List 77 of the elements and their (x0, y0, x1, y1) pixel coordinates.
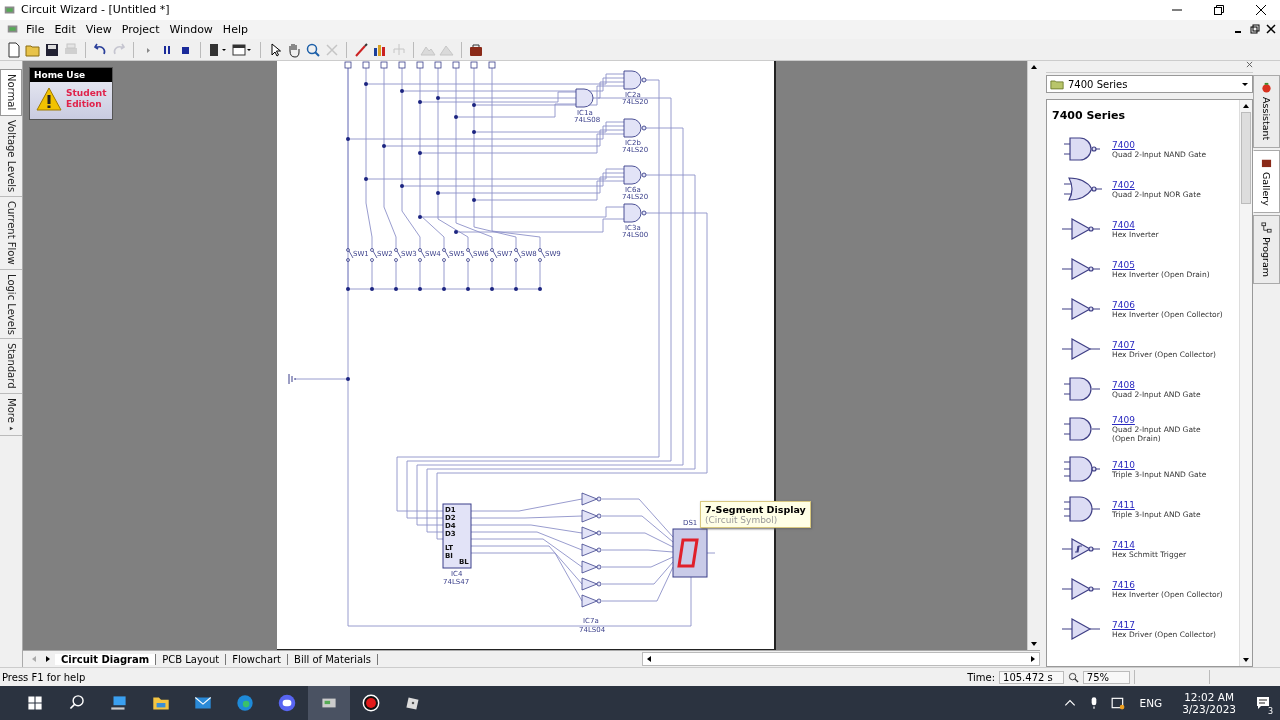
view-tab[interactable]: Normal (0, 69, 22, 116)
search-icon[interactable] (305, 41, 321, 58)
tooltip-title: 7-Segment Display (705, 504, 806, 516)
card-header: Home Use (30, 68, 112, 83)
view-tab[interactable]: More (0, 393, 22, 436)
flowchart-icon (1261, 221, 1272, 233)
part-link[interactable]: 7402 (1112, 179, 1135, 190)
part-link[interactable]: 7400 (1112, 139, 1135, 150)
folder-icon (1050, 78, 1064, 90)
menu-item[interactable]: View (81, 22, 116, 36)
zoom-field[interactable]: 75% (1082, 670, 1130, 684)
part-link[interactable]: 7404 (1112, 219, 1135, 230)
close-icon[interactable] (1266, 24, 1276, 35)
gallery-heading: 7400 Series (1052, 109, 1127, 123)
part-link[interactable]: 7414 (1112, 539, 1135, 550)
document-tab[interactable]: Flowchart (226, 653, 289, 665)
save-icon[interactable] (44, 41, 60, 58)
view-tab[interactable]: Standard (0, 339, 22, 394)
circuit-app-icon[interactable] (308, 686, 350, 720)
restore-icon[interactable] (1214, 4, 1224, 15)
close-icon[interactable] (1256, 4, 1266, 15)
menu-item[interactable]: Help (218, 22, 252, 36)
folder-dropdown[interactable]: 7400 Series (1046, 75, 1253, 94)
hand-icon[interactable] (286, 41, 302, 58)
notification-count: 3 (1265, 707, 1275, 716)
probe-icon[interactable] (353, 41, 369, 58)
part-link[interactable]: 7410 (1112, 459, 1135, 470)
edition-text: Student Edition (66, 88, 106, 111)
side-tab[interactable]: Program (1253, 214, 1280, 284)
window-title: Circuit Wizard - [Untitled *] (21, 3, 170, 17)
clock-date[interactable]: 3/23/2023 (1182, 703, 1236, 715)
part-link[interactable]: 7411 (1112, 499, 1135, 510)
toolbox-icon[interactable] (468, 41, 484, 58)
status-text: Press F1 for help (2, 671, 86, 683)
part-link[interactable]: 7408 (1112, 379, 1135, 390)
scroll-left-icon[interactable] (645, 655, 653, 664)
tooltip-subtitle: (Circuit Symbol) (705, 515, 778, 526)
side-tab[interactable]: Assistant (1253, 75, 1280, 148)
restore-icon[interactable] (1250, 24, 1260, 35)
scrollbar[interactable] (1239, 100, 1252, 667)
part-link[interactable]: 7417 (1112, 619, 1135, 630)
chip-icon[interactable] (207, 41, 229, 58)
scrollbar[interactable] (642, 652, 1040, 667)
scrollbar[interactable] (1027, 61, 1040, 651)
monitor-icon[interactable] (1110, 696, 1125, 710)
view-tab[interactable]: Current Flow (0, 196, 22, 270)
new-file-icon[interactable] (6, 41, 22, 58)
tomato-icon (1261, 82, 1272, 94)
part-link[interactable]: 7416 (1112, 579, 1135, 590)
menu-item[interactable]: Project (117, 22, 164, 36)
view-tab[interactable]: Voltage Levels (0, 115, 22, 197)
search-icon (1067, 671, 1079, 683)
document-tab[interactable]: PCB Layout (156, 653, 227, 665)
warning-icon (36, 87, 62, 112)
menu-item[interactable]: Edit (50, 22, 80, 36)
part-link[interactable]: 7406 (1112, 299, 1135, 310)
tab-right-icon[interactable] (44, 655, 52, 664)
scroll-up-icon[interactable] (1030, 63, 1038, 72)
menu-item[interactable]: File (22, 22, 49, 36)
caret-icon (1241, 80, 1249, 89)
scroll-right-icon[interactable] (1029, 655, 1037, 664)
document-tab[interactable]: Circuit Diagram (55, 653, 157, 665)
document-tab[interactable]: Bill of Materials (288, 653, 379, 665)
time-label: Time: (967, 671, 995, 683)
scroll-thumb[interactable] (1241, 112, 1251, 205)
part-link[interactable]: 7405 (1112, 259, 1135, 270)
side-tab[interactable]: Gallery (1253, 149, 1280, 213)
time-field[interactable]: 105.472 s (999, 670, 1064, 684)
panel-icon[interactable] (232, 41, 254, 58)
view-tab[interactable]: Logic Levels (0, 269, 22, 340)
language-indicator[interactable]: ENG (1139, 697, 1163, 709)
part-link[interactable]: 7407 (1112, 339, 1135, 350)
scroll-up-icon[interactable] (1242, 102, 1250, 111)
arrow-icon (8, 425, 14, 431)
clock-time[interactable]: 12:02 AM (1184, 691, 1234, 703)
menu-item[interactable]: Window (165, 22, 217, 36)
part-link[interactable]: 7409 (1112, 415, 1135, 426)
